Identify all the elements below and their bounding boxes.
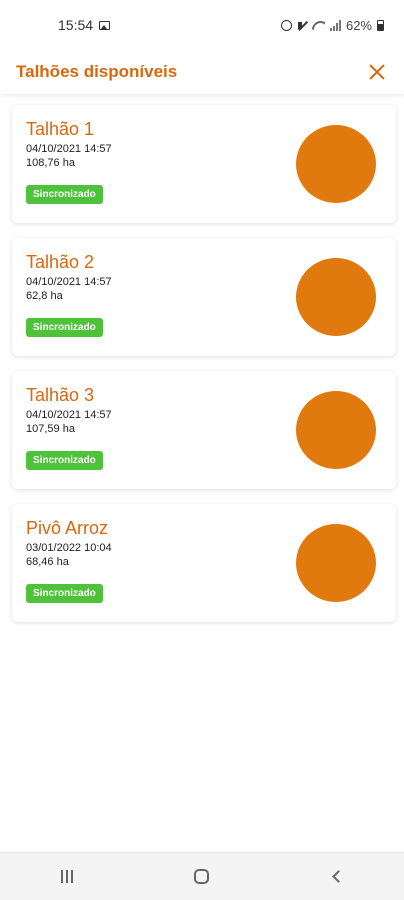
plot-shape bbox=[296, 524, 376, 602]
alarm-icon bbox=[280, 19, 292, 31]
back-button[interactable] bbox=[317, 862, 357, 892]
signal-icon bbox=[329, 19, 341, 31]
image-notification-icon bbox=[99, 20, 111, 30]
plot-shape bbox=[296, 391, 376, 469]
recents-button[interactable] bbox=[47, 862, 87, 892]
sync-status-badge: Sincronizado bbox=[26, 318, 103, 337]
back-icon bbox=[332, 870, 346, 883]
plot-list: Talhão 1 04/10/2021 14:57 108,76 ha Sinc… bbox=[12, 105, 396, 622]
plot-card-1[interactable]: Talhão 1 04/10/2021 14:57 108,76 ha Sinc… bbox=[12, 105, 396, 223]
recents-icon bbox=[61, 870, 74, 883]
battery-percentage: 62% bbox=[345, 17, 372, 33]
home-button[interactable] bbox=[182, 862, 222, 892]
home-icon bbox=[194, 869, 210, 884]
plot-card-2[interactable]: Talhão 2 04/10/2021 14:57 62,8 ha Sincro… bbox=[12, 238, 396, 356]
page-title: Talhões disponíveis bbox=[16, 62, 178, 81]
wifi-icon bbox=[312, 20, 325, 31]
mute-icon bbox=[297, 20, 307, 31]
system-nav-bar bbox=[0, 852, 404, 900]
app-header: Talhões disponíveis bbox=[0, 50, 404, 94]
status-right: 62% bbox=[280, 17, 384, 33]
status-time: 15:54 bbox=[58, 17, 94, 33]
status-bar: 15:54 62% bbox=[0, 0, 404, 50]
sync-status-badge: Sincronizado bbox=[26, 584, 103, 603]
plot-card-3[interactable]: Talhão 3 04/10/2021 14:57 107,59 ha Sinc… bbox=[12, 371, 396, 489]
screen: 15:54 62% Talhões disponíveis Talhão 1 0… bbox=[0, 0, 404, 900]
status-left: 15:54 bbox=[58, 17, 111, 33]
plot-shape bbox=[296, 258, 376, 336]
plot-shape bbox=[296, 125, 376, 203]
plot-card-4[interactable]: Pivô Arroz 03/01/2022 10:04 68,46 ha Sin… bbox=[12, 504, 396, 622]
battery-icon bbox=[377, 19, 384, 31]
sync-status-badge: Sincronizado bbox=[26, 451, 103, 470]
sync-status-badge: Sincronizado bbox=[26, 185, 103, 204]
close-icon[interactable] bbox=[366, 61, 388, 83]
